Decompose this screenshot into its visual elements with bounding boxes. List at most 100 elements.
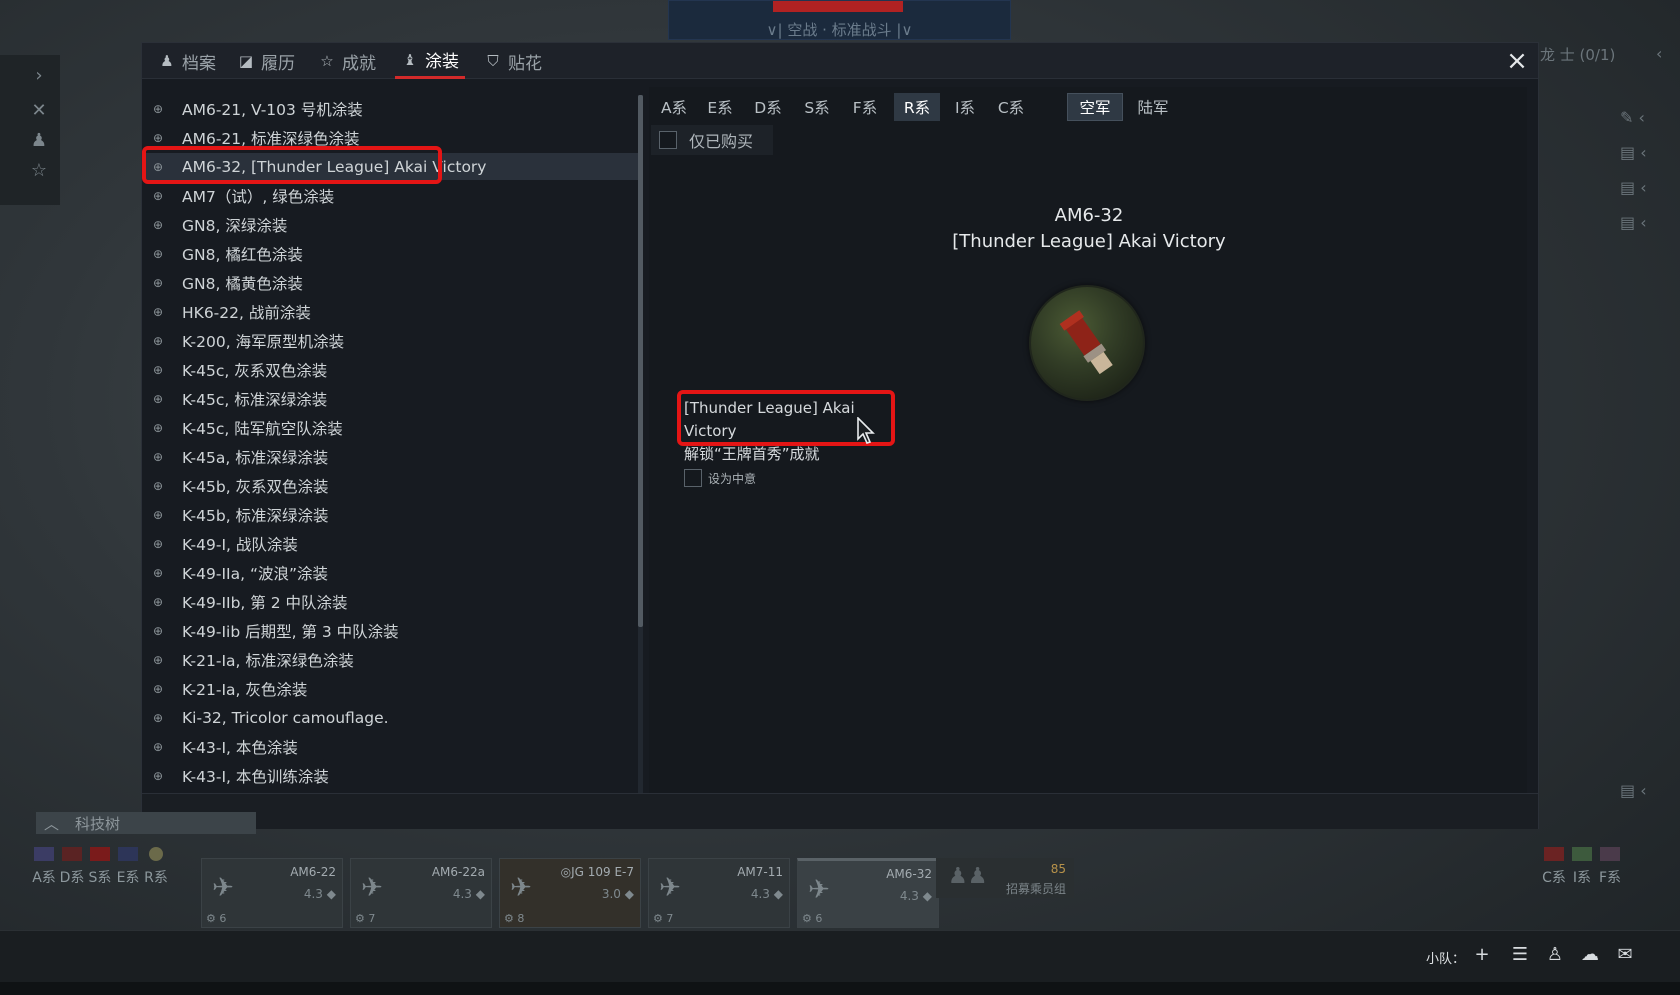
recruit-label: 招募乘员组	[1005, 882, 1066, 896]
favorite-toggle[interactable]: 设为中意	[684, 469, 756, 487]
skin-list-item-label: AM6-21, V-103 号机涂装	[182, 100, 363, 119]
slot-battle-rating: 3.0 ◆	[601, 887, 634, 901]
skin-list-item[interactable]: ⊕ K-49-Iib 后期型, 第 3 中队涂装	[146, 617, 638, 644]
lock-icon: ⊕	[152, 623, 164, 638]
nation-britain[interactable]: E系	[114, 845, 142, 925]
skin-list-item[interactable]: ⊕ K-43-I, 本色涂装	[146, 733, 638, 760]
tech-tree-label: 科技树	[75, 814, 121, 833]
nation-japan[interactable]: R系	[142, 845, 170, 925]
right-row-3[interactable]: ▤ ‹	[1620, 178, 1680, 208]
skin-list-item-label: K-49-IIb, 第 2 中队涂装	[182, 593, 348, 612]
tab-decals[interactable]: ⛉ 贴花	[478, 43, 548, 79]
mail-icon[interactable]: ✉	[1613, 943, 1637, 967]
lock-icon: ⊕	[152, 739, 164, 754]
filter-branch-d[interactable]: D系	[749, 93, 787, 121]
slot-battle-rating: 4.3 ◆	[899, 889, 932, 903]
person-icon: ♟	[160, 52, 174, 70]
nation-usa[interactable]: A系	[30, 845, 58, 925]
wrench-icon[interactable]: ✕	[28, 100, 50, 122]
tab-achievements[interactable]: ☆ 成就	[312, 43, 382, 79]
nation-germany[interactable]: D系	[58, 845, 86, 925]
expand-arrow-icon[interactable]: ›	[28, 65, 50, 87]
skin-list-item[interactable]: ⊕ K-45b, 标准深绿涂装	[146, 501, 638, 528]
flag-icon	[62, 847, 82, 861]
skin-list-item[interactable]: ⊕ K-200, 海军原型机涂装	[146, 327, 638, 354]
skin-list-item[interactable]: ⊕ HK6-22, 战前涂装	[146, 298, 638, 325]
crew-slot[interactable]: ✈ AM7-11 4.3 ◆ ⚙ 7	[648, 858, 790, 928]
skin-emblem	[1029, 285, 1145, 401]
filter-type-air[interactable]: 空军	[1067, 93, 1123, 121]
crew-slot[interactable]: ✈ AM6-22 4.3 ◆ ⚙ 6	[201, 858, 343, 928]
star-box-icon[interactable]: ☆	[28, 160, 50, 182]
squadron-title: 龙 士 (0/1)	[1540, 46, 1616, 64]
filter-branch-f[interactable]: F系	[846, 93, 884, 121]
mouse-cursor-icon	[857, 417, 875, 444]
skin-list-item[interactable]: ⊕ K-45b, 灰系双色涂装	[146, 472, 638, 499]
skin-list-item[interactable]: ⊕ K-21-Ia, 灰色涂装	[146, 675, 638, 702]
tab-skins[interactable]: ♝ 涂装	[395, 43, 465, 79]
game-mode-banner[interactable]: ∨| 空战 · 标准战斗 |∨	[668, 0, 1011, 40]
skin-list-item[interactable]: ⊕ K-43-I, 本色训练涂装	[146, 762, 638, 789]
right-row-2[interactable]: ▤ ‹	[1620, 143, 1680, 173]
friends-icon[interactable]: ♙	[1543, 943, 1567, 967]
skin-list-item-label: K-49-I, 战队涂装	[182, 535, 298, 554]
nation-china[interactable]: C系	[1540, 845, 1568, 925]
lock-icon: ⊕	[152, 304, 164, 319]
filter-branch-s[interactable]: S系	[798, 93, 836, 121]
chat-icon[interactable]: ☁	[1578, 943, 1602, 967]
skin-list-item[interactable]: ⊕ GN8, 深绿涂装	[146, 211, 638, 238]
only-bought-toggle[interactable]: 仅已购买	[651, 125, 773, 155]
add-squad-icon[interactable]: +	[1470, 943, 1494, 967]
filter-branch-c[interactable]: C系	[992, 93, 1030, 121]
close-icon[interactable]: ×	[1504, 48, 1530, 74]
slot-vehicle-name: AM6-22a	[431, 865, 485, 879]
tab-profile[interactable]: ♟ 档案	[152, 43, 222, 79]
skin-list-item-label: K-43-I, 本色涂装	[182, 738, 298, 757]
right-row-5[interactable]: ▤ ‹	[1620, 781, 1680, 811]
skin-list-item[interactable]: ⊕ K-49-I, 战队涂装	[146, 530, 638, 557]
game-mode-selector[interactable]: ∨| 空战 · 标准战斗 |∨	[669, 19, 1010, 40]
only-bought-checkbox[interactable]	[659, 131, 677, 149]
skin-list-item[interactable]: ⊕ K-49-IIa, “波浪”涂装	[146, 559, 638, 586]
nation-france[interactable]: F系	[1596, 845, 1624, 925]
filter-branch-e[interactable]: E系	[701, 93, 739, 121]
lock-icon: ⊕	[152, 246, 164, 261]
journal-icon: ◪	[238, 52, 254, 70]
skin-list-item-label: K-21-Ia, 灰色涂装	[182, 680, 308, 699]
nation-italy[interactable]: I系	[1568, 845, 1596, 925]
nation-ussr[interactable]: S系	[86, 845, 114, 925]
collapse-arrow-icon[interactable]: ‹	[1656, 44, 1680, 74]
flag-icon	[149, 847, 163, 861]
filter-type-ground[interactable]: 陆军	[1125, 93, 1181, 121]
skin-list-item[interactable]: ⊕ K-21-Ia, 标准深绿色涂装	[146, 646, 638, 673]
crew-icon[interactable]: ♟	[28, 130, 50, 152]
favorite-checkbox[interactable]	[684, 469, 702, 487]
filter-branch-r[interactable]: R系	[894, 93, 940, 121]
skin-list-scrollbar[interactable]	[638, 95, 643, 627]
recruit-crew-slot[interactable]: ♟♟ 85 招募乘员组	[936, 858, 1074, 898]
crew-slot[interactable]: ✈ AM6-32 4.3 ◆ ⚙ 6	[797, 858, 939, 928]
collapse-up-icon[interactable]: ︿	[44, 813, 59, 834]
skin-list-item[interactable]: ⊕ AM7（试）, 绿色涂装	[146, 182, 638, 209]
skin-list-item[interactable]: ⊕ Ki-32, Tricolor camouflage.	[146, 704, 638, 731]
slot-vehicle-name: AM7-11	[737, 865, 783, 879]
skin-list-item-label: K-200, 海军原型机涂装	[182, 332, 345, 351]
right-sidebar: 龙 士 (0/1) ‹ ✎ ‹ ▤ ‹ ▤ ‹ ▤ ‹ ▤ ‹	[1540, 40, 1680, 940]
skin-list-item[interactable]: ⊕ K-49-IIb, 第 2 中队涂装	[146, 588, 638, 615]
tab-history[interactable]: ◪ 履历	[231, 43, 301, 79]
right-row-1[interactable]: ✎ ‹	[1620, 108, 1680, 138]
skin-list-item[interactable]: ⊕ K-45c, 灰系双色涂装	[146, 356, 638, 383]
skin-list-item[interactable]: ⊕ GN8, 橘黄色涂装	[146, 269, 638, 296]
list-icon[interactable]: ☰	[1508, 943, 1532, 967]
skin-list-item[interactable]: ⊕ AM6-21, V-103 号机涂装	[146, 95, 638, 122]
right-row-4[interactable]: ▤ ‹	[1620, 213, 1680, 243]
filter-branch-i[interactable]: I系	[947, 93, 983, 121]
tech-tree-bar[interactable]: ︿ 科技树	[36, 812, 256, 834]
skin-list-item[interactable]: ⊕ GN8, 橘红色涂装	[146, 240, 638, 267]
skin-list-item[interactable]: ⊕ K-45c, 陆军航空队涂装	[146, 414, 638, 441]
filter-branch-a[interactable]: A系	[655, 93, 693, 121]
crew-slot[interactable]: ✈ AM6-22a 4.3 ◆ ⚙ 7	[350, 858, 492, 928]
crew-slot[interactable]: ✈ ◎JG 109 E-7 3.0 ◆ ⚙ 8	[499, 858, 641, 928]
skin-list-item[interactable]: ⊕ K-45a, 标准深绿涂装	[146, 443, 638, 470]
skin-list-item[interactable]: ⊕ K-45c, 标准深绿涂装	[146, 385, 638, 412]
